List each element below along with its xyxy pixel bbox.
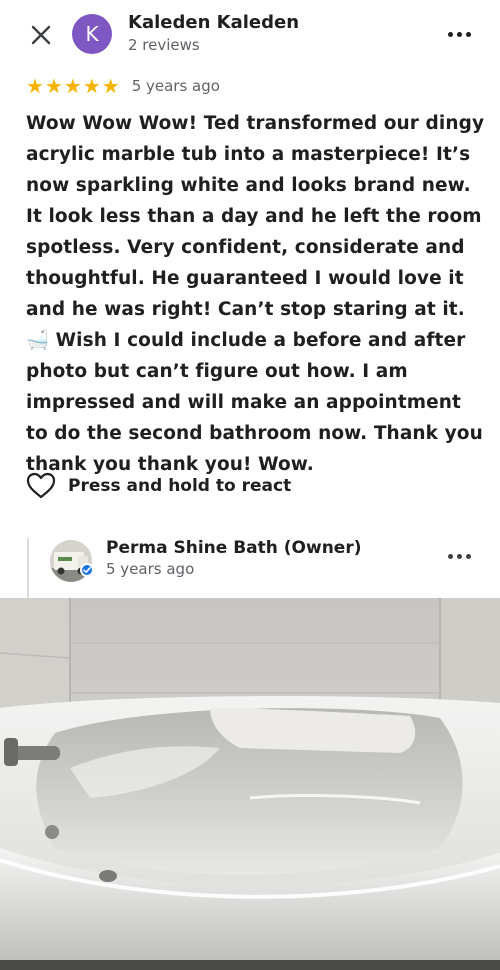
more-dot-icon: [447, 553, 453, 559]
verified-check-icon: [80, 563, 94, 577]
star-icon: ★: [44, 74, 63, 98]
rating-row: ★ ★ ★ ★ ★ 5 years ago: [26, 75, 220, 97]
review-more-options-button[interactable]: [444, 22, 474, 46]
owner-name[interactable]: Perma Shine Bath (Owner): [106, 538, 362, 558]
star-icon: ★: [26, 74, 44, 98]
more-dot-icon: [465, 31, 471, 37]
review-time: 5 years ago: [131, 77, 220, 95]
review-body: Wow Wow Wow! Ted transformed our dingy a…: [26, 113, 485, 475]
close-button[interactable]: [26, 20, 56, 50]
star-rating: ★ ★ ★ ★ ★: [26, 76, 120, 96]
review-header: K Kaleden Kaleden 2 reviews: [0, 0, 500, 70]
star-icon: ★: [101, 74, 120, 98]
star-icon: ★: [63, 74, 82, 98]
reply-divider: [27, 538, 29, 598]
review-photo[interactable]: [0, 598, 500, 970]
star-icon: ★: [82, 74, 101, 98]
react-button[interactable]: Press and hold to react: [26, 470, 291, 502]
reviewer-name[interactable]: Kaleden Kaleden: [128, 12, 299, 33]
reviewer-review-count: 2 reviews: [128, 36, 200, 54]
more-dot-icon: [447, 31, 453, 37]
more-dot-icon: [456, 31, 462, 37]
heart-icon: [26, 471, 56, 501]
close-icon: [31, 25, 51, 45]
reviewer-avatar[interactable]: K: [72, 14, 112, 54]
more-dot-icon: [456, 553, 462, 559]
owner-more-options-button[interactable]: [444, 544, 474, 568]
react-label: Press and hold to react: [68, 476, 292, 496]
owner-reply-time: 5 years ago: [106, 560, 195, 578]
more-dot-icon: [465, 553, 471, 559]
